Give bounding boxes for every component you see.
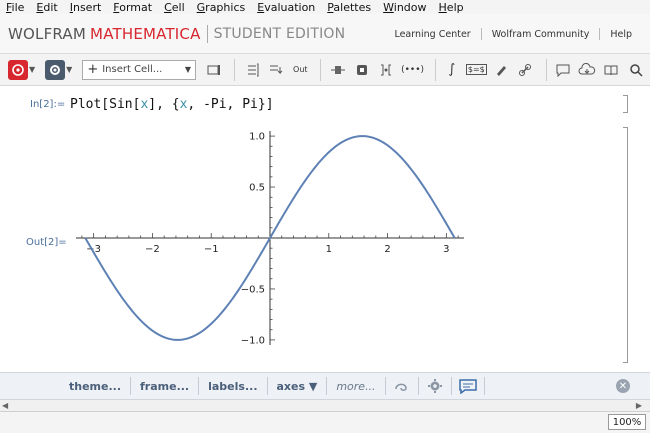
comment-icon[interactable] [552,59,572,81]
y-tick-label: 1.0 [249,132,265,143]
input-label: In[2]:= [30,99,66,110]
menu-item-help[interactable]: Help [439,1,464,14]
plus-icon: + [87,62,99,77]
pen-icon[interactable] [491,59,511,81]
cell-icon[interactable] [204,59,224,81]
brand-bar: WOLFRAM MATHEMATICA STUDENT EDITION Lear… [0,14,650,54]
formula-icon[interactable]: $=$ [465,59,487,81]
x-tick-label: 1 [326,244,332,255]
suggestion-divider [483,377,485,395]
toolbar-divider [234,58,236,81]
toolbar-divider [320,58,322,81]
learning-center-link[interactable]: Learning Center [384,29,480,40]
evaluation-button[interactable]: ▼ [45,59,78,81]
toolbar: ▼ ▼ + Insert Cell... ▼ Out (•••) ∫ $=$ [0,54,650,86]
indent-icon[interactable] [266,59,286,81]
brand-wolfram: WOLFRAM [8,24,87,43]
x-tick-label: 3 [443,244,449,255]
menu-item-cell[interactable]: Cell [164,1,185,14]
stop-icon [8,59,28,80]
cloud-icon[interactable] [577,59,597,81]
header-links: Learning Center Wolfram Community Help [384,14,642,54]
more-suggestion[interactable]: more... [327,373,384,399]
notebook-area[interactable]: In[2]:= Plot[Sin[x], {x, -Pi, Pi}] Out[2… [0,87,650,372]
axes-suggestion[interactable]: axes ▼ [268,373,327,399]
chain-icon[interactable] [515,59,535,81]
book-icon[interactable] [601,59,621,81]
frame-suggestion[interactable]: frame... [131,373,198,399]
brand-edition: STUDENT EDITION [213,25,346,42]
chevron-down-icon: ▼ [29,65,36,74]
brand-logo: WOLFRAM MATHEMATICA STUDENT EDITION [0,24,346,43]
brand-divider [206,24,208,43]
move-icon[interactable] [327,59,347,81]
group-icon[interactable] [376,59,396,81]
settings-gear-icon[interactable] [419,373,451,399]
wolfram-community-link[interactable]: Wolfram Community [482,29,600,40]
gear-icon [45,59,66,80]
menu-item-window[interactable]: Window [383,1,426,14]
scroll-right-icon[interactable]: ▶ [636,400,642,412]
x-tick-label: −2 [145,244,160,255]
search-icon[interactable] [626,59,646,81]
input-cell[interactable]: Plot[Sin[x], {x, -Pi, Pi}] [70,97,274,112]
menu-item-file[interactable]: File [6,1,24,14]
formula-label: $=$ [465,64,487,75]
scroll-left-icon[interactable]: ◀ [2,400,8,412]
toolbar-divider [434,58,436,81]
insert-cell-label: Insert Cell... [102,64,163,75]
input-icon[interactable] [352,59,372,81]
output-label: Out [293,65,308,74]
y-tick-label: −1.0 [241,335,265,346]
output-cell-bracket[interactable] [623,127,628,363]
menu-item-edit[interactable]: Edit [36,1,57,14]
code-end: , -Pi, Pi}] [187,97,274,112]
menu-item-format[interactable]: Format [113,1,152,14]
x-tick-label: 2 [384,244,390,255]
spiral-icon[interactable] [386,373,418,399]
horizontal-scrollbar[interactable]: ◀ ▶ [0,400,650,412]
chevron-down-icon: ▼ [184,65,192,74]
cell-brackets [616,95,628,365]
help-link[interactable]: Help [600,29,642,40]
sine-plot[interactable]: −3 −2 −1 1 2 3−1.0−0.50.51.0 [60,125,480,357]
menu-bar: File Edit Insert Format Cell Graphics Evaluati… [0,0,650,14]
zoom-select[interactable]: 100% [608,414,646,430]
menu-item-evaluation[interactable]: Evaluation [257,1,315,14]
brand-mathematica: MATHEMATICA [90,24,201,43]
menu-item-graphics[interactable]: Graphics [197,1,246,14]
code-plot: Plot[Sin[ [70,97,141,112]
input-cell-bracket[interactable] [623,95,628,113]
close-icon[interactable]: ✕ [616,379,630,393]
bracket-icon[interactable] [241,59,261,81]
code-mid: ], { [148,97,180,112]
menu-item-insert[interactable]: Insert [70,1,102,14]
x-tick-label: −1 [204,244,219,255]
y-tick-label: −0.5 [241,284,265,295]
integral-icon[interactable]: ∫ [442,59,462,81]
labels-suggestion[interactable]: labels... [199,373,266,399]
link-code-icon[interactable]: (•••) [401,59,425,81]
theme-suggestion[interactable]: theme... [60,373,130,399]
chat-icon[interactable] [452,373,484,399]
output-icon[interactable]: Out [290,59,310,81]
status-bar: 100% [0,412,650,433]
chevron-down-icon: ▼ [66,65,73,74]
menu-item-palettes[interactable]: Palettes [327,1,371,14]
suggestions-bar: theme... frame... labels... axes ▼ more.… [0,372,650,400]
y-tick-label: 0.5 [249,183,265,194]
insert-cell-select[interactable]: + Insert Cell... ▼ [82,59,197,80]
toolbar-divider [545,58,547,81]
abort-button[interactable]: ▼ [8,59,41,81]
